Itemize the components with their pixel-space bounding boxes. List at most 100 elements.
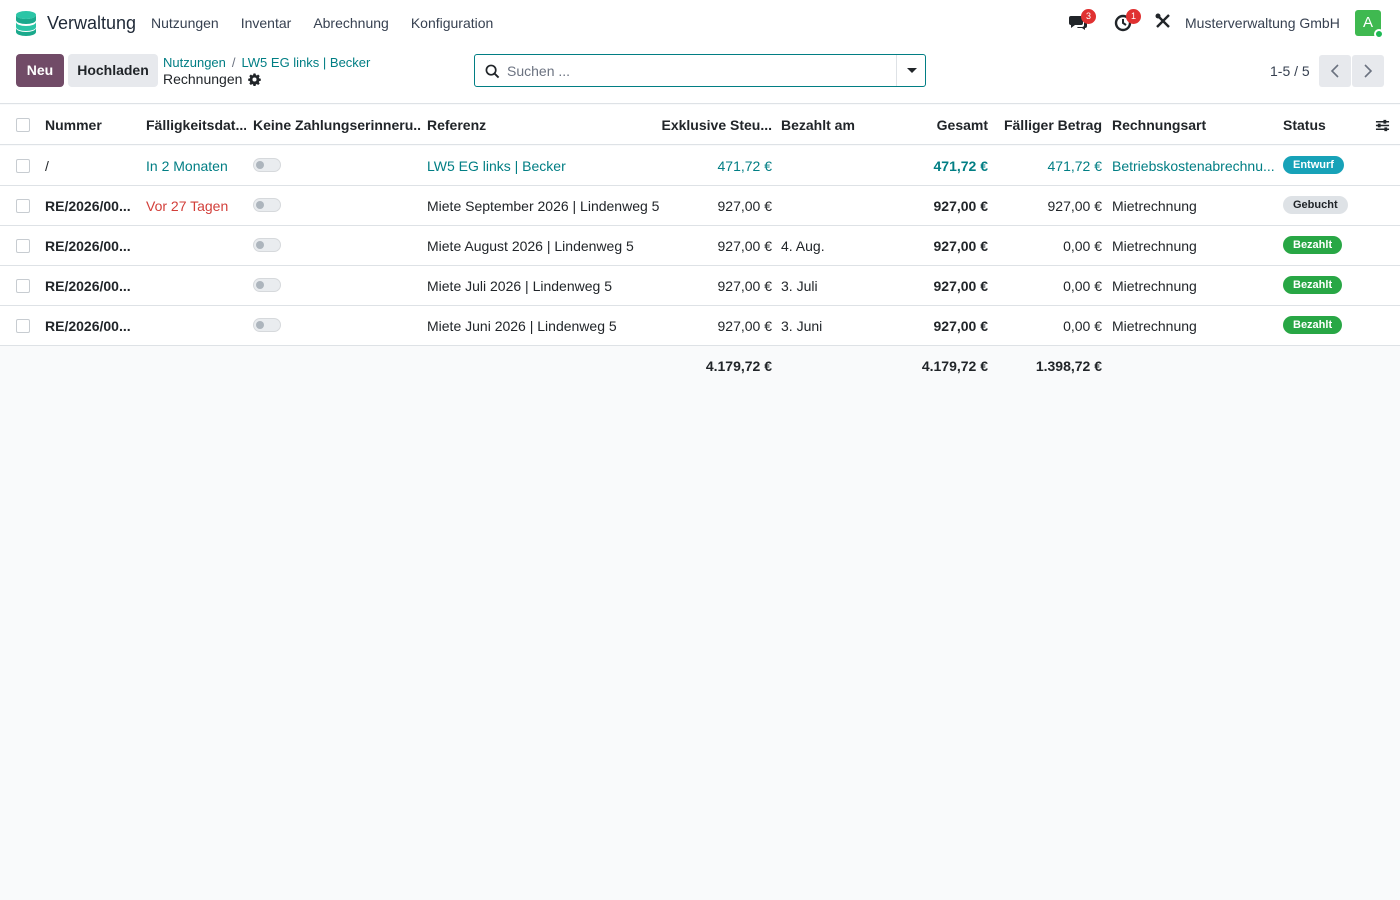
top-navbar: Verwaltung Nutzungen Inventar Abrechnung… [0, 0, 1400, 46]
table-row[interactable]: RE/2026/00... Miete August 2026 | Linden… [0, 226, 1400, 266]
row-checkbox[interactable] [16, 279, 30, 293]
column-header-due-amount[interactable]: Fälliger Betrag [996, 105, 1102, 145]
debug-tools-button[interactable] [1154, 12, 1176, 34]
row-checkbox[interactable] [16, 159, 30, 173]
online-status-dot [1374, 29, 1384, 39]
table-row[interactable]: RE/2026/00... Miete Juli 2026 | Lindenwe… [0, 266, 1400, 306]
cell-total: 927,00 € [933, 318, 989, 334]
breadcrumb-current: Rechnungen [163, 71, 262, 87]
cell-due-amount: 0,00 € [1063, 238, 1102, 254]
cell-number: RE/2026/00... [45, 278, 131, 294]
search-input[interactable] [507, 61, 887, 81]
cell-due-amount: 471,72 € [1047, 158, 1103, 174]
cell-due-date: Vor 27 Tagen [146, 198, 229, 214]
no-reminder-toggle[interactable] [253, 318, 281, 332]
main-menu: Nutzungen Inventar Abrechnung Konfigurat… [151, 15, 515, 31]
status-badge: Entwurf [1283, 156, 1344, 174]
column-header-due-date[interactable]: Fälligkeitsdat... [146, 105, 246, 145]
column-header-untaxed[interactable]: Exklusive Steu... [660, 105, 773, 145]
cell-number: RE/2026/00... [45, 318, 131, 334]
no-reminder-toggle[interactable] [253, 198, 281, 212]
total-untaxed: 4.179,72 € [705, 358, 772, 374]
select-all-checkbox[interactable] [16, 118, 30, 132]
breadcrumb: Nutzungen / LW5 EG links | Becker [163, 55, 370, 70]
cell-total: 927,00 € [933, 198, 989, 214]
chevron-left-icon [1330, 64, 1339, 78]
column-header-reference[interactable]: Referenz [427, 105, 627, 145]
cell-untaxed: 471,72 € [717, 158, 773, 174]
pager-value[interactable]: 1-5 / 5 [1270, 63, 1310, 79]
pager-next-button[interactable] [1352, 55, 1384, 87]
menu-item-nutzungen[interactable]: Nutzungen [151, 15, 219, 31]
cell-number: RE/2026/00... [45, 238, 131, 254]
cell-total: 927,00 € [933, 278, 989, 294]
menu-item-abrechnung[interactable]: Abrechnung [313, 15, 389, 31]
search-bar [474, 54, 926, 87]
search-options-toggle[interactable] [896, 55, 925, 86]
no-reminder-toggle[interactable] [253, 238, 281, 252]
status-badge: Bezahlt [1283, 236, 1343, 254]
cell-paid-on: 3. Juni [781, 318, 823, 334]
cell-reference: Miete August 2026 | Lindenweg 5 [427, 238, 634, 254]
cell-total: 927,00 € [933, 238, 989, 254]
cell-number: / [45, 158, 49, 174]
column-header-number[interactable]: Nummer [45, 105, 140, 145]
cell-paid-on: 3. Juli [781, 278, 818, 294]
tools-icon [1155, 13, 1170, 28]
cell-reference: Miete September 2026 | Lindenweg 5 [427, 198, 659, 214]
gear-icon[interactable] [248, 72, 262, 86]
cell-paid-on [781, 186, 891, 226]
column-header-status[interactable]: Status [1283, 105, 1363, 145]
upload-button[interactable]: Hochladen [68, 54, 158, 87]
cell-reference: Miete Juni 2026 | Lindenweg 5 [427, 318, 617, 334]
cell-due-date [146, 266, 246, 306]
cell-invoice-type: Mietrechnung [1112, 318, 1197, 334]
messages-badge: 3 [1081, 9, 1096, 24]
table-row[interactable]: RE/2026/00... Vor 27 Tagen Miete Septemb… [0, 186, 1400, 226]
column-header-no-reminder[interactable]: Keine Zahlungserinneru... [253, 105, 421, 145]
cell-due-amount: 0,00 € [1063, 278, 1102, 294]
cell-invoice-type: Mietrechnung [1112, 198, 1197, 214]
cell-reference: Miete Juli 2026 | Lindenweg 5 [427, 278, 612, 294]
activities-button[interactable]: 1 [1113, 9, 1141, 34]
status-badge: Bezahlt [1283, 316, 1343, 334]
totals-row: 4.179,72 € 4.179,72 € 1.398,72 € [0, 346, 1400, 386]
row-checkbox[interactable] [16, 319, 30, 333]
row-checkbox[interactable] [16, 199, 30, 213]
user-avatar[interactable]: A [1355, 10, 1384, 39]
table-row[interactable]: / In 2 Monaten LW5 EG links | Becker 471… [0, 146, 1400, 186]
app-name[interactable]: Verwaltung [47, 13, 136, 34]
cell-due-date [146, 226, 246, 266]
breadcrumb-record[interactable]: LW5 EG links | Becker [242, 55, 371, 70]
breadcrumb-separator: / [231, 55, 236, 70]
column-header-total[interactable]: Gesamt [900, 105, 988, 145]
cell-untaxed: 927,00 € [717, 318, 773, 334]
row-checkbox[interactable] [16, 239, 30, 253]
menu-item-inventar[interactable]: Inventar [241, 15, 292, 31]
cell-reference: LW5 EG links | Becker [427, 158, 566, 174]
table-header: Nummer Fälligkeitsdat... Keine Zahlungse… [0, 105, 1400, 145]
column-header-invoice-type[interactable]: Rechnungsart [1112, 105, 1277, 145]
optional-columns-icon[interactable] [1375, 118, 1390, 133]
cell-invoice-type: Mietrechnung [1112, 278, 1197, 294]
cell-untaxed: 927,00 € [717, 278, 773, 294]
cell-due-amount: 0,00 € [1063, 318, 1102, 334]
cell-total: 471,72 € [933, 158, 989, 174]
company-switcher[interactable]: Musterverwaltung GmbH [1185, 15, 1340, 31]
menu-item-konfiguration[interactable]: Konfiguration [411, 15, 494, 31]
cell-invoice-type: Betriebskostenabrechnu... [1112, 158, 1275, 174]
cell-due-date: In 2 Monaten [146, 158, 228, 174]
breadcrumb-nutzungen[interactable]: Nutzungen [163, 55, 226, 70]
table-row[interactable]: RE/2026/00... Miete Juni 2026 | Lindenwe… [0, 306, 1400, 346]
messages-button[interactable]: 3 [1068, 9, 1096, 34]
column-header-paid-on[interactable]: Bezahlt am [781, 105, 891, 145]
total-amount: 4.179,72 € [921, 358, 988, 374]
status-badge: Gebucht [1283, 196, 1348, 214]
app-logo-icon[interactable] [14, 10, 38, 36]
no-reminder-toggle[interactable] [253, 278, 281, 292]
pager-previous-button[interactable] [1319, 55, 1351, 87]
chevron-right-icon [1364, 64, 1373, 78]
no-reminder-toggle[interactable] [253, 158, 281, 172]
new-button[interactable]: Neu [16, 54, 64, 87]
cell-due-date [146, 306, 246, 346]
